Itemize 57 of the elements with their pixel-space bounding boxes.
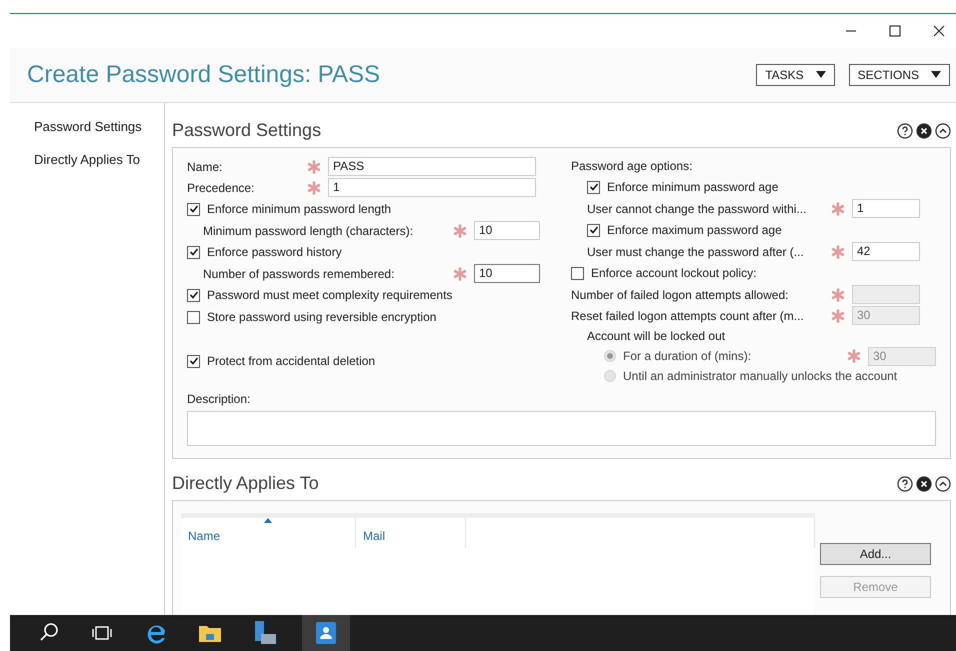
window-title: Create Password Settings: PASS bbox=[27, 60, 380, 90]
field-label: Enforce account lockout policy: bbox=[591, 265, 756, 282]
checkbox[interactable] bbox=[187, 202, 200, 216]
checkbox[interactable] bbox=[587, 224, 600, 236]
help-icon[interactable] bbox=[897, 122, 913, 138]
caret-icon bbox=[816, 71, 826, 79]
close-icon[interactable] bbox=[916, 476, 932, 492]
sort-icon bbox=[264, 518, 272, 523]
input-field[interactable]: PASS bbox=[328, 157, 536, 176]
field-label: Store password using reversible encryption bbox=[207, 309, 436, 326]
field-label: Description: bbox=[187, 391, 252, 408]
field-label: Enforce minimum password length bbox=[207, 201, 392, 218]
input-field[interactable]: 1 bbox=[328, 178, 536, 197]
field-label: Number of failed logon attempts allowed: bbox=[571, 286, 790, 304]
column-header[interactable]: Name bbox=[181, 518, 356, 548]
field-label: Name: bbox=[187, 158, 224, 176]
input-field[interactable]: 10 bbox=[474, 221, 540, 240]
checkbox[interactable] bbox=[587, 180, 600, 194]
field-label: Password age options: bbox=[571, 158, 692, 175]
checkbox[interactable] bbox=[187, 246, 200, 258]
field-label: Protect from accidental deletion bbox=[207, 353, 376, 370]
field-label: Number of passwords remembered: bbox=[203, 266, 396, 282]
sidebar-link[interactable]: Password Settings bbox=[34, 117, 164, 136]
dropdown-button[interactable]: TASKS bbox=[756, 64, 835, 86]
dropdown-button[interactable]: SECTIONS bbox=[848, 64, 950, 86]
field-label: User must change the password after (... bbox=[587, 244, 805, 260]
field-label: Precedence: bbox=[187, 180, 256, 196]
field-label: Password must meet complexity requirements bbox=[207, 287, 452, 304]
input-field[interactable]: 10 bbox=[474, 264, 540, 283]
field-label: Account will be locked out bbox=[587, 328, 726, 345]
field-label: User cannot change the password withi... bbox=[587, 200, 808, 218]
section-title: Password Settings bbox=[172, 119, 322, 142]
column-header[interactable]: Mail bbox=[356, 518, 466, 548]
field-label: Reset failed logon attempts count after (m... bbox=[571, 308, 805, 324]
close-icon[interactable] bbox=[916, 122, 932, 138]
field-label: Enforce maximum password age bbox=[607, 222, 782, 239]
field-label: For a duration of (mins): bbox=[623, 348, 752, 365]
checkbox[interactable] bbox=[571, 266, 584, 280]
description-field[interactable] bbox=[187, 411, 936, 446]
radio-button[interactable] bbox=[604, 350, 616, 362]
checkbox[interactable] bbox=[187, 288, 200, 302]
field-label: Enforce password history bbox=[207, 244, 342, 261]
sidebar-link[interactable]: Directly Applies To bbox=[34, 150, 164, 169]
checkbox[interactable] bbox=[187, 310, 200, 324]
field-label: Minimum password length (characters): bbox=[203, 222, 414, 240]
collapse-icon[interactable] bbox=[935, 122, 951, 138]
collapse-icon[interactable] bbox=[935, 476, 951, 492]
section-title: Directly Applies To bbox=[172, 472, 319, 495]
field-label: Enforce minimum password age bbox=[607, 179, 778, 196]
caret-icon bbox=[931, 71, 941, 79]
input-field[interactable]: 1 bbox=[852, 199, 920, 218]
action-button[interactable]: Add... bbox=[820, 543, 931, 565]
checkbox[interactable] bbox=[187, 354, 200, 368]
help-icon[interactable] bbox=[897, 476, 913, 492]
input-field[interactable]: 42 bbox=[852, 242, 920, 261]
field-label: Until an administrator manually unlocks the account bbox=[623, 368, 898, 385]
radio-button[interactable] bbox=[604, 370, 616, 382]
